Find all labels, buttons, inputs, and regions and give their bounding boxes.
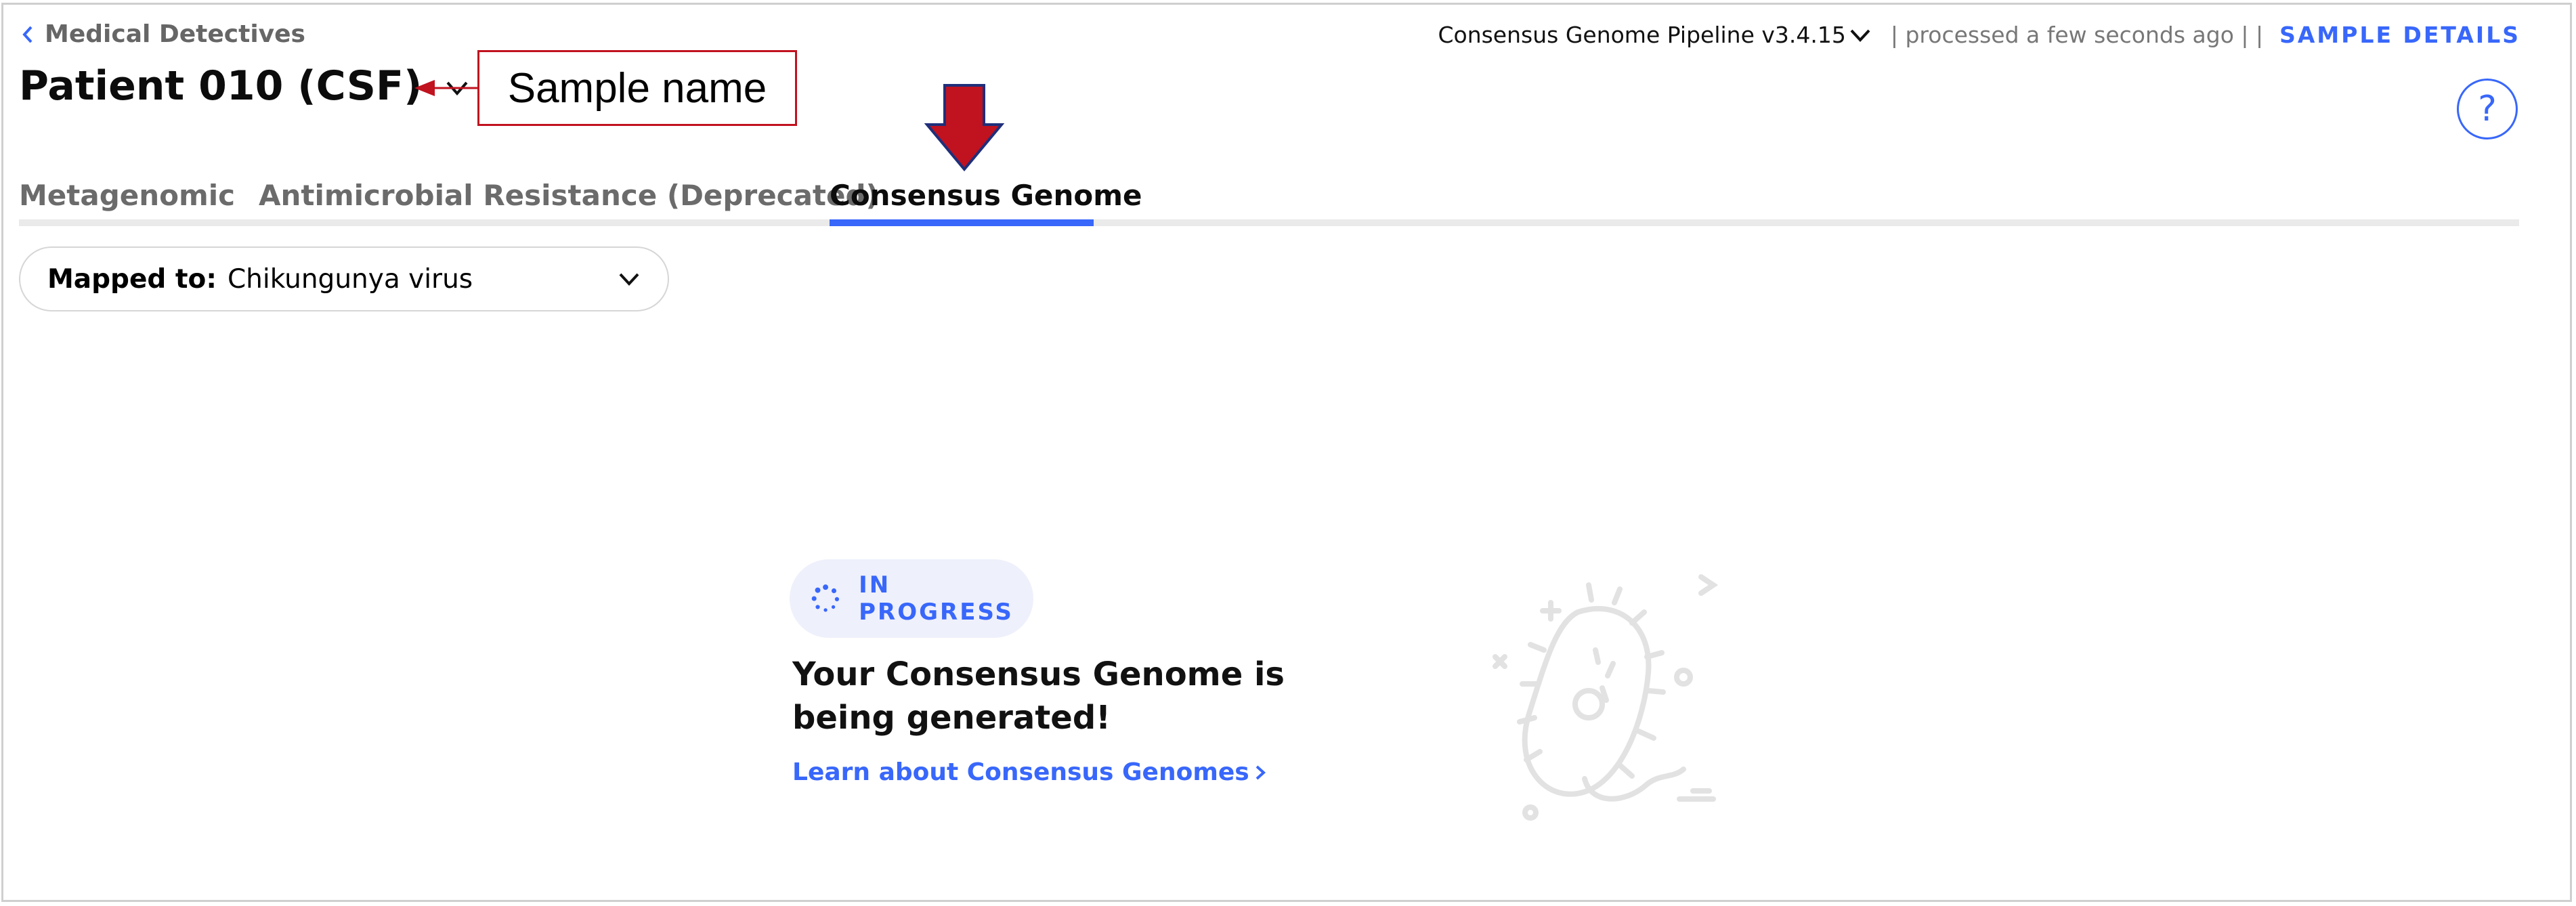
processed-status: | processed a few seconds ago | | bbox=[1890, 22, 2264, 48]
tabs-divider bbox=[19, 219, 2519, 226]
sample-title-row: Patient 010 (CSF) bbox=[19, 62, 472, 110]
learn-more-label: Learn about Consensus Genomes bbox=[792, 758, 1249, 786]
tab-consensus-genome[interactable]: Consensus Genome bbox=[830, 179, 1142, 212]
chevron-right-icon bbox=[1255, 765, 1266, 779]
pipeline-version-dropdown[interactable]: Consensus Genome Pipeline v3.4.15 bbox=[1438, 22, 1871, 48]
header-meta: Consensus Genome Pipeline v3.4.15 | proc… bbox=[1438, 22, 2520, 48]
mapped-to-value: Chikungunya virus bbox=[227, 263, 473, 295]
help-icon-glyph: ? bbox=[2478, 89, 2497, 129]
learn-more-link[interactable]: Learn about Consensus Genomes bbox=[792, 758, 1267, 786]
annotation-callout: Sample name bbox=[477, 50, 797, 126]
page-title: Patient 010 (CSF) bbox=[19, 62, 423, 110]
annotation-callout-text: Sample name bbox=[507, 64, 767, 112]
mapped-to-dropdown[interactable]: Mapped to: Chikungunya virus bbox=[19, 246, 669, 311]
pipeline-version-label: Consensus Genome Pipeline v3.4.15 bbox=[1438, 22, 1846, 48]
chevron-down-icon bbox=[619, 273, 639, 286]
breadcrumb-label: Medical Detectives bbox=[45, 20, 305, 48]
breadcrumb[interactable]: Medical Detectives bbox=[20, 20, 305, 48]
tab-antimicrobial-resistance[interactable]: Antimicrobial Resistance (Deprecated) bbox=[259, 179, 879, 212]
annotation-arrow-left bbox=[414, 80, 479, 96]
tab-metagenomic[interactable]: Metagenomic bbox=[19, 179, 235, 212]
bacteria-illustration bbox=[1493, 574, 1719, 821]
spinner-icon bbox=[811, 584, 840, 612]
mapped-to-label: Mapped to: bbox=[47, 263, 217, 295]
status-headline: Your Consensus Genome is being generated… bbox=[792, 655, 1285, 737]
status-badge-label: IN PROGRESS bbox=[859, 571, 1014, 626]
page-frame bbox=[1, 3, 2572, 902]
help-icon[interactable]: ? bbox=[2457, 79, 2518, 139]
status-badge: IN PROGRESS bbox=[790, 559, 1033, 638]
sample-details-button[interactable]: SAMPLE DETAILS bbox=[2279, 22, 2520, 48]
annotation-arrow-down bbox=[924, 84, 1004, 172]
active-tab-indicator bbox=[830, 219, 1094, 226]
chevron-left-icon bbox=[22, 26, 33, 43]
chevron-down-icon bbox=[1850, 29, 1870, 42]
